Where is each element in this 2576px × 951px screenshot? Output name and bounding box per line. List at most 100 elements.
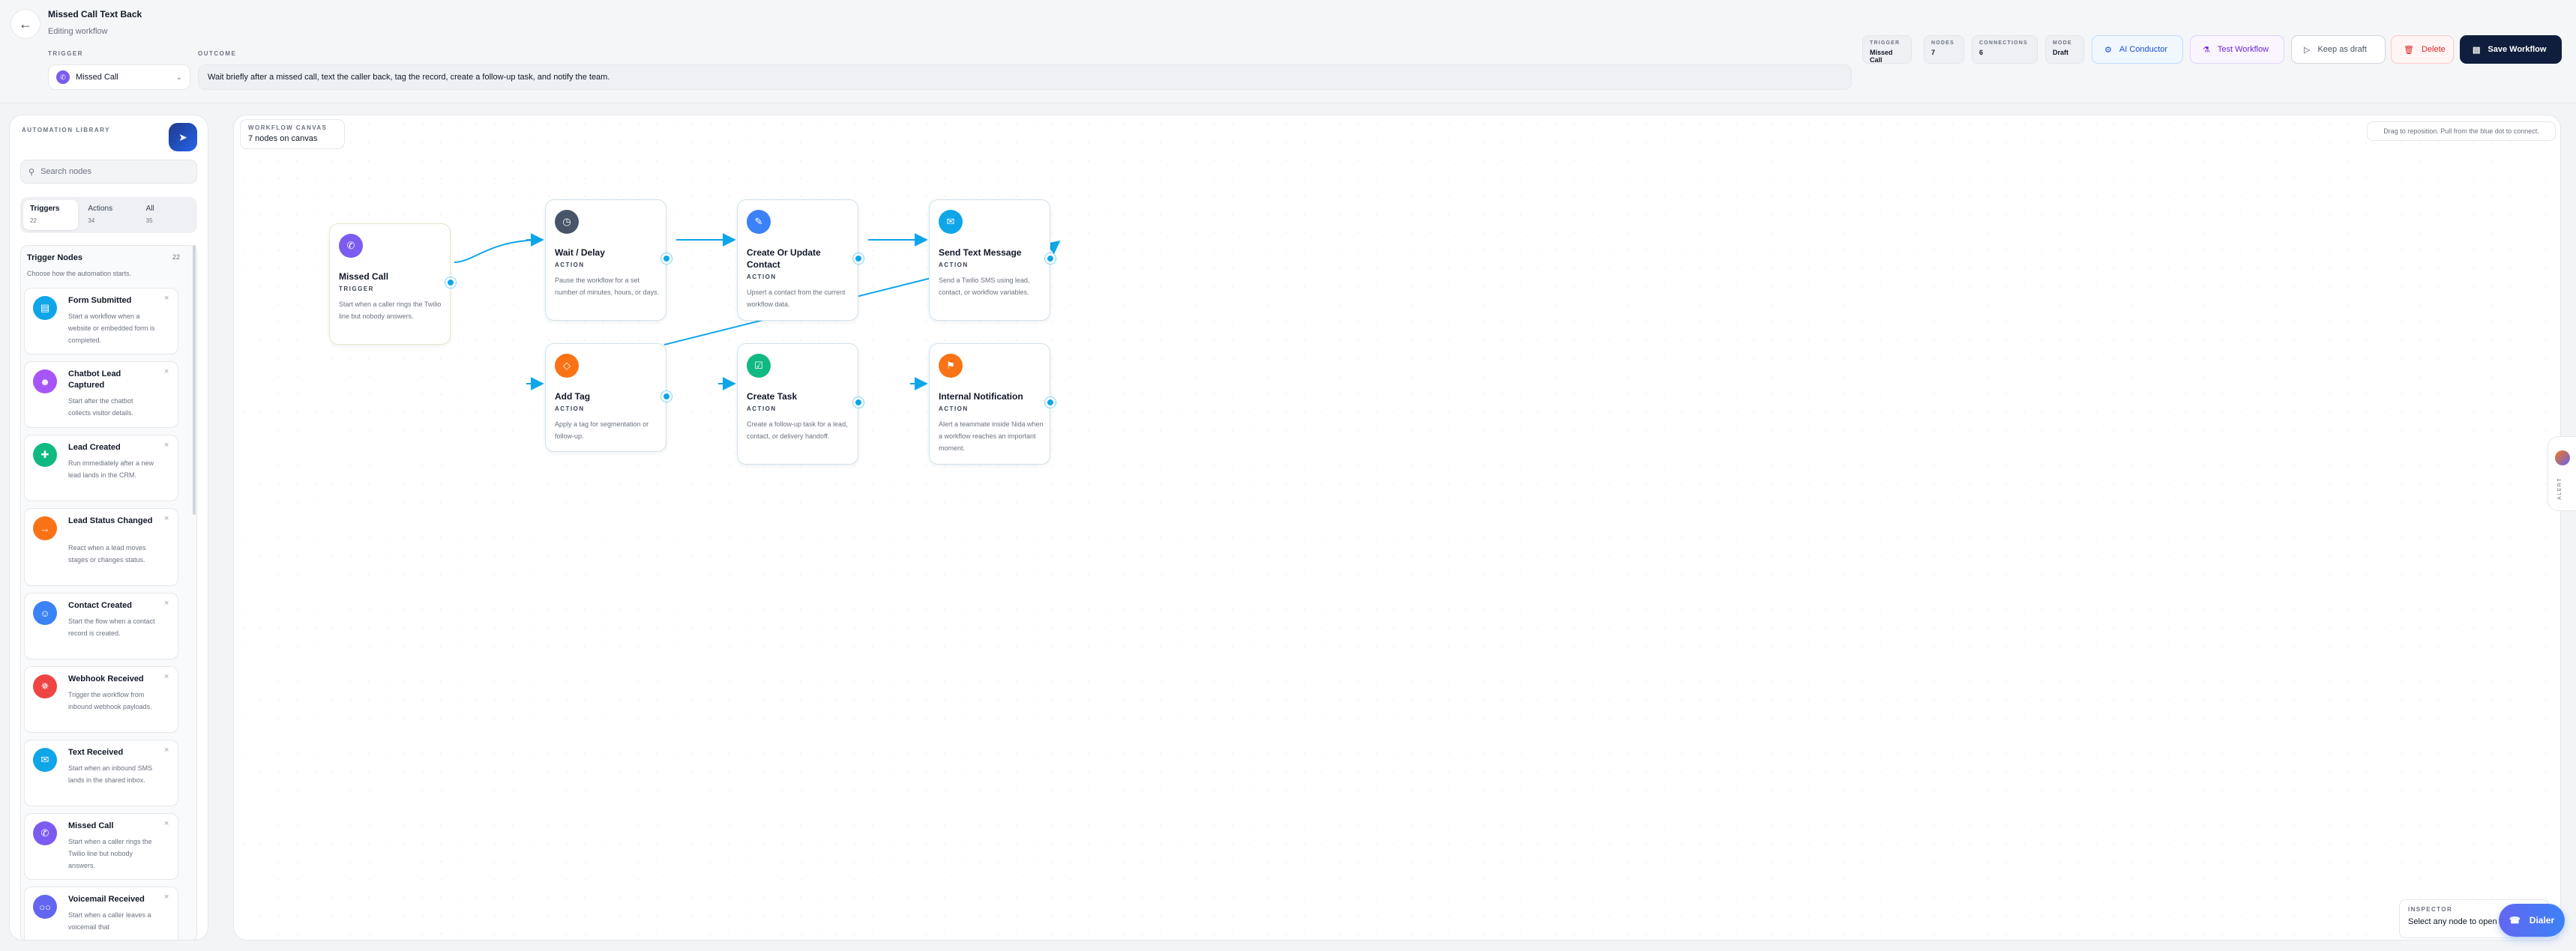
output-port[interactable]: [1045, 397, 1056, 408]
output-port[interactable]: [661, 253, 672, 264]
section-description: Choose how the automation starts.: [27, 270, 132, 277]
node-title: Add Tag: [555, 391, 591, 402]
node-create-task[interactable]: ☑ Create Task ACTION Create a follow-up …: [737, 343, 864, 465]
lead-icon: ✚: [33, 443, 57, 467]
stat-label: MODE: [2053, 40, 2072, 46]
node-title: Internal Notification: [939, 391, 1023, 402]
node-kind: ACTION: [555, 262, 585, 268]
workflow-canvas[interactable]: WORKFLOW CANVAS 7 nodes on canvas Drag t…: [233, 115, 2561, 941]
node-title: Wait / Delay: [555, 247, 605, 258]
close-icon[interactable]: ×: [164, 819, 169, 828]
node-kind: ACTION: [747, 405, 777, 412]
tab-count: 35: [145, 217, 153, 224]
library-item-form-submitted[interactable]: ▤ Form Submitted × Start a workflow when…: [24, 288, 178, 354]
tab-count: 22: [30, 217, 37, 224]
node-kind: ACTION: [939, 405, 969, 412]
dialer-button[interactable]: ☎ Dialer: [2499, 904, 2565, 937]
stat-label: TRIGGER: [1870, 40, 1901, 46]
library-item-title: Form Submitted: [68, 296, 132, 305]
node-description: Upsert a contact from the current workfl…: [747, 289, 846, 308]
stat-value: Missed Call: [1870, 49, 1893, 64]
delete-button[interactable]: 🗑 Delete: [2391, 35, 2454, 64]
trash-icon: 🗑: [2404, 45, 2414, 55]
library-item-missed-call[interactable]: ✆ Missed Call × Start when a caller ring…: [24, 813, 178, 880]
stat-label: NODES: [1931, 40, 1954, 46]
node-description: Pause the workflow for a set number of m…: [555, 277, 660, 296]
tab-actions[interactable]: Actions 34: [81, 200, 136, 230]
users-icon: ☺: [33, 601, 57, 625]
phone-missed-icon: ✆: [339, 234, 363, 258]
library-item-title: Webhook Received: [68, 674, 144, 683]
node-send-text-message[interactable]: ✉ Send Text Message ACTION Send a Twilio…: [929, 199, 1056, 321]
node-add-tag[interactable]: ◇ Add Tag ACTION Apply a tag for segment…: [545, 343, 672, 452]
task-icon: ☑: [747, 354, 771, 378]
close-icon[interactable]: ×: [164, 441, 169, 450]
rocket-icon: ➤: [178, 130, 187, 143]
stat-nodes: NODES 7: [1924, 35, 1964, 64]
tab-triggers[interactable]: Triggers 22: [23, 200, 79, 230]
trigger-node-list: Trigger Nodes 22 Choose how the automati…: [20, 245, 197, 940]
tab-all[interactable]: All 35: [139, 200, 194, 230]
node-description: Start when a caller rings the Twilio lin…: [339, 301, 442, 320]
stat-value: 6: [1979, 49, 1984, 56]
close-icon[interactable]: ×: [164, 514, 169, 523]
search-input[interactable]: ⚲ Search nodes: [20, 160, 197, 184]
library-item-desc: Start the flow when a contact record is …: [68, 618, 155, 637]
library-item-title: Chatbot Lead Captured: [68, 369, 121, 390]
phone-missed-icon: ✆: [33, 821, 57, 845]
close-icon[interactable]: ×: [164, 367, 169, 376]
arrow-right-icon: →: [33, 516, 57, 540]
node-title: Send Text Message: [939, 247, 1022, 258]
trigger-label: TRIGGER: [48, 50, 83, 57]
close-icon[interactable]: ×: [164, 746, 169, 755]
trigger-select[interactable]: ✆ Missed Call ⌄: [48, 64, 190, 90]
side-tab-label: ALERT: [2557, 477, 2563, 500]
voicemail-icon: ○○: [33, 895, 57, 919]
arrow-left-icon: ←: [19, 16, 32, 31]
node-title: Create Task: [747, 391, 798, 402]
close-icon[interactable]: ×: [164, 599, 169, 608]
node-kind: TRIGGER: [339, 286, 374, 292]
outcome-label: OUTCOME: [198, 50, 237, 57]
close-icon[interactable]: ×: [164, 893, 169, 902]
bell-icon: ⚑: [939, 354, 963, 378]
keep-draft-button[interactable]: ▷ Keep as draft: [2291, 35, 2386, 64]
save-workflow-button[interactable]: ▤ Save Workflow: [2460, 35, 2562, 64]
scrollbar[interactable]: [193, 245, 196, 515]
output-port[interactable]: [661, 391, 672, 402]
flask-icon: ⚗: [2203, 45, 2210, 55]
library-item-lead-status[interactable]: → Lead Status Changed × React when a lea…: [24, 508, 178, 586]
test-workflow-button[interactable]: ⚗ Test Workflow: [2190, 35, 2284, 64]
connection-missed-call-to-wait: [454, 239, 544, 263]
ai-conductor-button[interactable]: ⚙ AI Conductor: [2092, 35, 2183, 64]
node-internal-notification[interactable]: ⚑ Internal Notification ACTION Alert a t…: [929, 343, 1056, 465]
close-icon[interactable]: ×: [164, 294, 169, 303]
node-wait-delay[interactable]: ◷ Wait / Delay ACTION Pause the workflow…: [545, 199, 672, 321]
library-item-webhook[interactable]: ✵ Webhook Received × Trigger the workflo…: [24, 666, 178, 733]
workflow-header: ← Missed Call Text Back Editing workflow…: [0, 0, 2576, 103]
play-icon: ▷: [2304, 45, 2311, 55]
library-action-button[interactable]: ➤: [169, 123, 197, 151]
node-missed-call[interactable]: ✆ Missed Call TRIGGER Start when a calle…: [329, 223, 456, 345]
node-create-update-contact[interactable]: ✎ Create Or Update Contact ACTION Upsert…: [737, 199, 864, 321]
output-port[interactable]: [853, 253, 864, 264]
clock-icon: ◷: [555, 210, 579, 234]
output-port[interactable]: [1045, 253, 1056, 264]
connection-sms-to-notify: [1045, 240, 1061, 255]
library-item-voicemail[interactable]: ○○ Voicemail Received × Start when a cal…: [24, 887, 178, 940]
back-button[interactable]: ←: [10, 9, 40, 39]
workflow-subtitle: Editing workflow: [48, 27, 108, 36]
library-item-lead-created[interactable]: ✚ Lead Created × Run immediately after a…: [24, 435, 178, 501]
output-port[interactable]: [445, 277, 456, 288]
test-workflow-label: Test Workflow: [2217, 45, 2269, 54]
outcome-input[interactable]: Wait briefly after a missed call, text t…: [198, 64, 1852, 90]
library-item-contact-created[interactable]: ☺ Contact Created × Start the flow when …: [24, 593, 178, 659]
library-item-desc: React when a lead moves stages or change…: [68, 544, 146, 564]
node-description: Alert a teammate inside Nida when a work…: [939, 420, 1044, 452]
stat-mode: MODE Draft: [2045, 35, 2084, 64]
output-port[interactable]: [853, 397, 864, 408]
library-item-text-received[interactable]: ✉ Text Received × Start when an inbound …: [24, 740, 178, 806]
close-icon[interactable]: ×: [164, 672, 169, 681]
library-item-chatbot-lead[interactable]: ☻ Chatbot Lead Captured × Start after th…: [24, 361, 178, 428]
side-alert-tab[interactable]: ALERT: [2548, 436, 2576, 511]
